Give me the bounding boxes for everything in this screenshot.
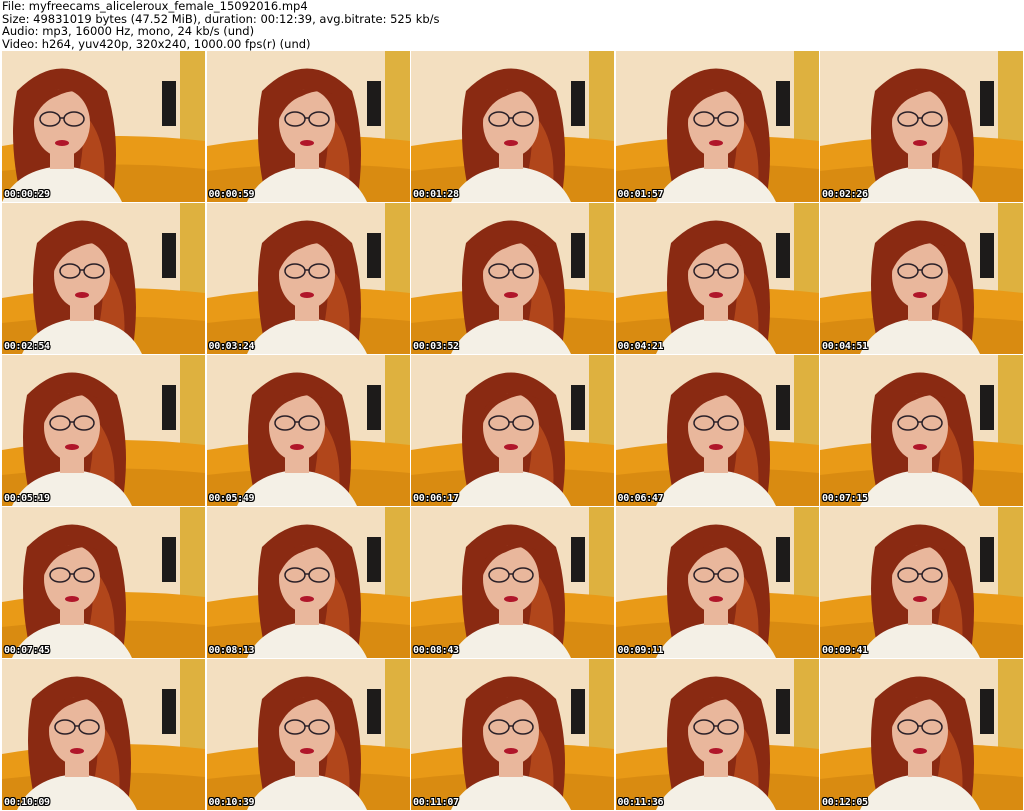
video-thumbnail: 00:04:51 xyxy=(820,203,1023,354)
thumbnail-frame xyxy=(2,507,205,658)
thumbnail-frame xyxy=(615,355,819,506)
thumbnail-timestamp: 00:11:07 xyxy=(413,797,459,808)
video-thumbnail: 00:05:49 xyxy=(206,355,410,506)
thumbnail-timestamp: 00:06:17 xyxy=(413,493,459,504)
video-thumbnail: 00:08:43 xyxy=(411,507,614,658)
thumbnail-timestamp: 00:12:05 xyxy=(822,797,868,808)
video-thumbnail: 00:01:57 xyxy=(615,51,819,202)
thumbnail-timestamp: 00:08:43 xyxy=(413,645,459,656)
thumbnail-timestamp: 00:03:52 xyxy=(413,341,459,352)
video-thumbnail: 00:06:47 xyxy=(615,355,819,506)
thumbnail-frame xyxy=(820,51,1023,202)
thumbnail-timestamp: 00:04:21 xyxy=(617,341,664,352)
video-thumbnail: 00:11:36 xyxy=(615,659,819,810)
thumbnail-frame xyxy=(820,659,1023,810)
video-thumbnail: 00:06:17 xyxy=(411,355,614,506)
thumbnail-frame xyxy=(615,659,819,810)
video-thumbnail: 00:00:59 xyxy=(206,51,410,202)
thumbnail-timestamp: 00:06:47 xyxy=(617,493,664,504)
thumbnail-frame xyxy=(206,355,410,506)
video-thumbnail: 00:00:29 xyxy=(2,51,205,202)
thumbnail-frame xyxy=(206,203,410,354)
thumbnail-frame xyxy=(411,507,614,658)
video-thumbnail: 00:03:24 xyxy=(206,203,410,354)
thumbnail-frame xyxy=(615,51,819,202)
video-thumbnail: 00:01:28 xyxy=(411,51,614,202)
video-thumbnail: 00:07:15 xyxy=(820,355,1023,506)
thumbnail-frame xyxy=(411,659,614,810)
thumbnail-timestamp: 00:00:29 xyxy=(4,189,50,200)
thumbnail-frame xyxy=(820,507,1023,658)
thumbnail-grid: 00:00:29 00:00:59 00:01:28 00:01:57 00:02:26… xyxy=(2,51,1023,810)
thumbnail-frame xyxy=(411,355,614,506)
thumbnail-timestamp: 00:07:45 xyxy=(4,645,50,656)
thumbnail-frame xyxy=(615,203,819,354)
thumbnail-frame xyxy=(411,51,614,202)
audio-info-line: Audio: mp3, 16000 Hz, mono, 24 kb/s (und… xyxy=(2,24,255,38)
video-thumbnail: 00:02:26 xyxy=(820,51,1023,202)
thumbnail-timestamp: 00:09:11 xyxy=(617,645,664,656)
thumbnail-timestamp: 00:00:59 xyxy=(208,189,255,200)
thumbnail-timestamp: 00:02:26 xyxy=(822,189,868,200)
file-name-line: File: myfreecams_aliceleroux_female_1509… xyxy=(2,0,308,13)
thumbnail-timestamp: 00:05:49 xyxy=(208,493,255,504)
thumbnail-timestamp: 00:02:54 xyxy=(4,341,50,352)
file-info-header: File: myfreecams_aliceleroux_female_1509… xyxy=(2,0,1022,50)
video-thumbnail: 00:10:09 xyxy=(2,659,205,810)
video-thumbnail: 00:05:19 xyxy=(2,355,205,506)
thumbnail-frame xyxy=(206,659,410,810)
video-thumbnail: 00:10:39 xyxy=(206,659,410,810)
video-thumbnail: 00:07:45 xyxy=(2,507,205,658)
thumbnail-timestamp: 00:11:36 xyxy=(617,797,664,808)
thumbnail-timestamp: 00:01:57 xyxy=(617,189,664,200)
thumbnail-frame xyxy=(411,203,614,354)
thumbnail-frame xyxy=(206,507,410,658)
thumbnail-frame xyxy=(820,203,1023,354)
thumbnail-timestamp: 00:10:09 xyxy=(4,797,50,808)
video-thumbnail: 00:08:13 xyxy=(206,507,410,658)
video-thumbnail: 00:04:21 xyxy=(615,203,819,354)
video-thumbnail: 00:03:52 xyxy=(411,203,614,354)
thumbnail-frame xyxy=(2,203,205,354)
video-thumbnail: 00:02:54 xyxy=(2,203,205,354)
thumbnail-timestamp: 00:03:24 xyxy=(208,341,255,352)
thumbnail-timestamp: 00:10:39 xyxy=(208,797,255,808)
thumbnail-timestamp: 00:01:28 xyxy=(413,189,459,200)
thumbnail-frame xyxy=(2,51,205,202)
thumbnail-timestamp: 00:08:13 xyxy=(208,645,255,656)
thumbnail-frame xyxy=(820,355,1023,506)
video-thumbnail: 00:09:11 xyxy=(615,507,819,658)
thumbnail-timestamp: 00:04:51 xyxy=(822,341,868,352)
thumbnail-timestamp: 00:09:41 xyxy=(822,645,868,656)
thumbnail-timestamp: 00:05:19 xyxy=(4,493,50,504)
thumbnail-frame xyxy=(2,659,205,810)
video-thumbnail: 00:12:05 xyxy=(820,659,1023,810)
video-info-line: Video: h264, yuv420p, 320x240, 1000.00 f… xyxy=(2,36,311,51)
thumbnail-frame xyxy=(615,507,819,658)
video-thumbnail: 00:09:41 xyxy=(820,507,1023,658)
thumbnail-frame xyxy=(2,355,205,506)
thumbnail-timestamp: 00:07:15 xyxy=(822,493,868,504)
thumbnail-frame xyxy=(206,51,410,202)
video-thumbnail: 00:11:07 xyxy=(411,659,614,810)
